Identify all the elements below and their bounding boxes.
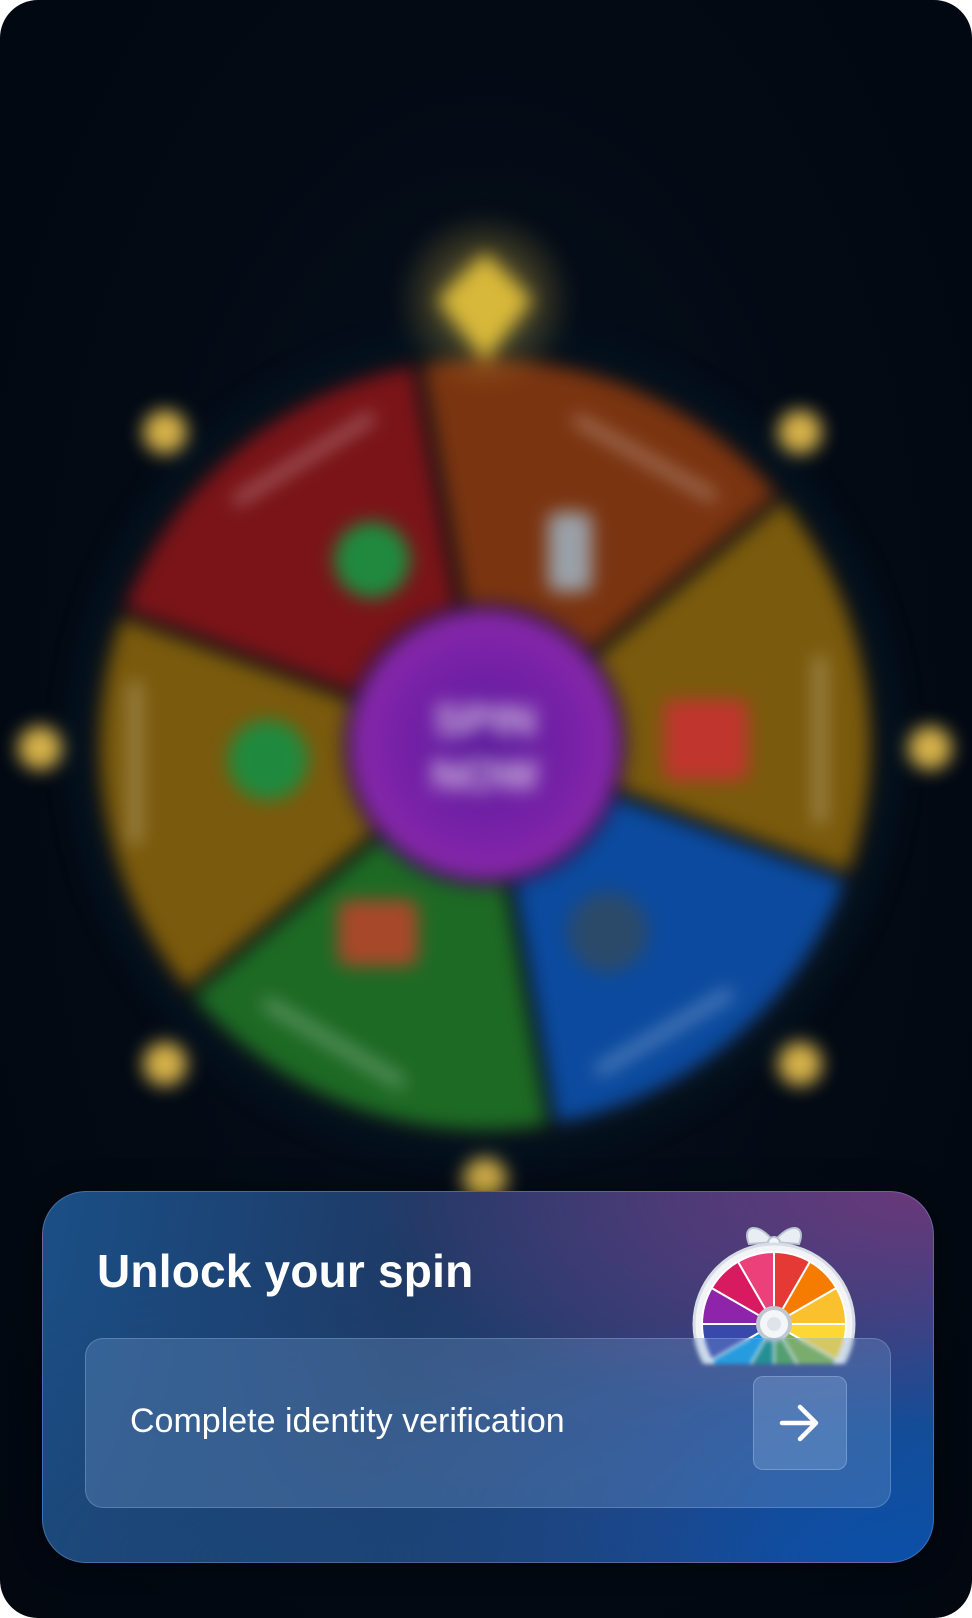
action-label: Complete identity verification bbox=[130, 1402, 565, 1440]
unlock-spin-card: Unlock your spin Complete identity verif… bbox=[42, 1191, 934, 1563]
blurred-prize-wheel: SPIN NOW bbox=[0, 0, 972, 1250]
hub-label-line1: SPIN bbox=[434, 696, 537, 745]
spin-screen: SPIN NOW Unlock your spin Complete ident… bbox=[0, 0, 972, 1618]
wheel-hub bbox=[343, 603, 627, 887]
card-title: Unlock your spin bbox=[97, 1245, 474, 1297]
complete-identity-verification-button[interactable]: Complete identity verification bbox=[85, 1338, 891, 1508]
arrow-right-button[interactable] bbox=[753, 1376, 847, 1470]
arrow-right-icon bbox=[779, 1404, 819, 1442]
prize-wheel-graphic: SPIN NOW bbox=[18, 210, 952, 1202]
hub-label-line2: NOW bbox=[431, 751, 539, 800]
